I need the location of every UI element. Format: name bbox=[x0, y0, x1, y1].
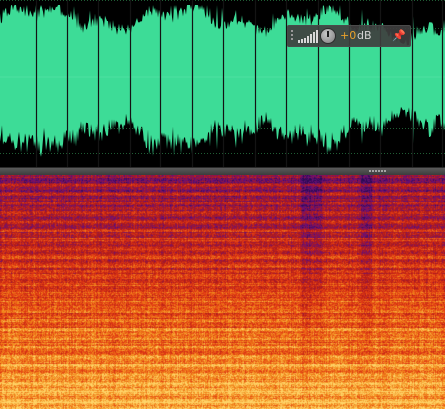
gain-unit: dB bbox=[357, 29, 372, 42]
panel-divider[interactable] bbox=[0, 167, 445, 175]
pin-icon[interactable]: 📌 bbox=[392, 29, 406, 43]
audio-editor: +0 dB 📌 bbox=[0, 0, 445, 409]
gain-hud[interactable]: +0 dB 📌 bbox=[287, 25, 411, 47]
level-meter-icon bbox=[298, 30, 318, 43]
resize-handle-icon[interactable] bbox=[369, 170, 389, 173]
grip-icon[interactable] bbox=[291, 30, 295, 42]
volume-knob-icon[interactable] bbox=[320, 28, 336, 44]
gain-value[interactable]: +0 bbox=[340, 29, 356, 43]
waveform-panel[interactable]: +0 dB 📌 bbox=[0, 0, 445, 167]
spectrogram-view[interactable] bbox=[0, 175, 445, 409]
spectrogram-panel[interactable] bbox=[0, 175, 445, 409]
